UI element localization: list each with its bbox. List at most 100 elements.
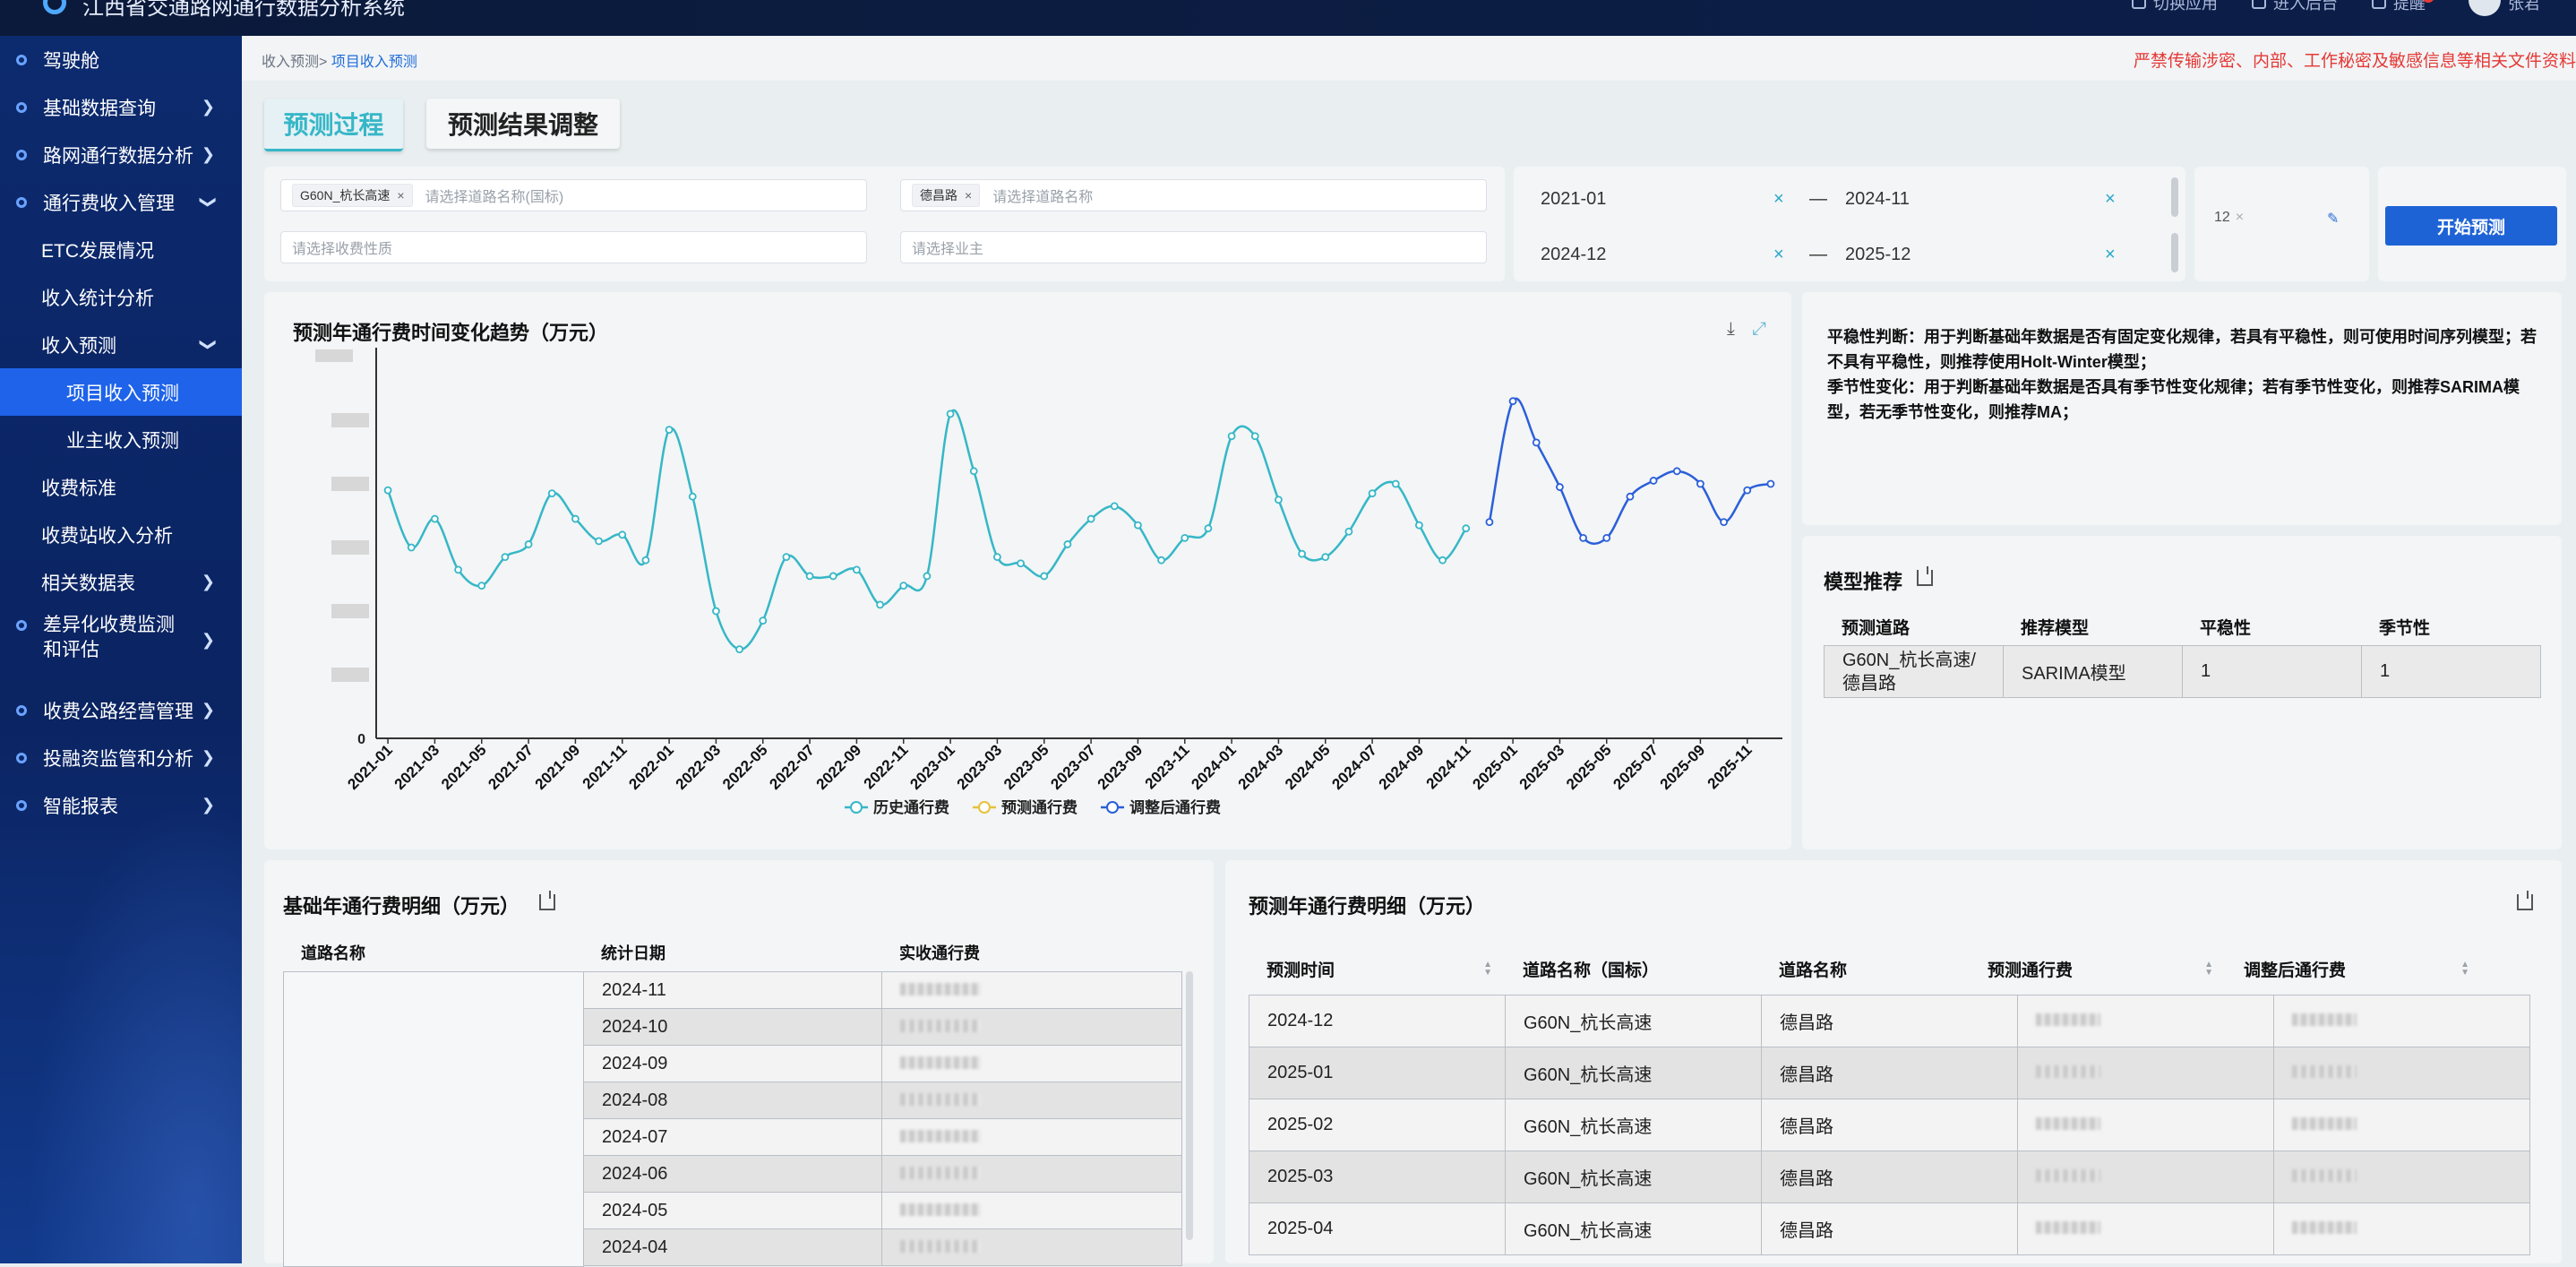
column-header-pred-fee[interactable]: 预测通行费 ▲ ▼ bbox=[1970, 957, 2226, 981]
data-point bbox=[899, 582, 908, 590]
redacted-value bbox=[900, 1019, 981, 1032]
legend-label: 预测通行费 bbox=[1001, 798, 1078, 816]
sort-icon[interactable]: ▲ ▼ bbox=[1483, 961, 1492, 978]
sidebar-item-toll-standard[interactable]: 收费标准 bbox=[0, 463, 242, 511]
sidebar-item-label: ETC发展情况 bbox=[41, 240, 154, 262]
table-cell: G60N_杭长高速 bbox=[1505, 995, 1762, 1047]
sidebar-item-project-forecast[interactable]: 项目收入预测 bbox=[0, 368, 242, 416]
column-header-pred-time[interactable]: 预测时间 ▲ ▼ bbox=[1249, 957, 1505, 981]
download-icon[interactable] bbox=[1917, 566, 1933, 586]
base-start-date[interactable]: 2021-01 bbox=[1514, 189, 1773, 210]
data-point bbox=[1720, 518, 1728, 527]
table-cell: 德昌路 bbox=[1761, 1202, 2018, 1255]
sidebar-item-etc[interactable]: ETC发展情况 bbox=[0, 226, 242, 273]
scrollbar[interactable] bbox=[1186, 971, 1193, 1240]
table-row: 2025-03 G60N_杭长高速 德昌路 bbox=[1249, 1151, 2530, 1203]
redacted-value bbox=[2036, 1117, 2100, 1130]
table-cell-redacted bbox=[2017, 1151, 2274, 1203]
download-icon[interactable] bbox=[539, 891, 555, 910]
edit-icon[interactable]: ✎ bbox=[2327, 210, 2339, 228]
y-tick-label: 0 bbox=[357, 732, 365, 747]
data-point bbox=[1344, 527, 1353, 536]
data-point bbox=[1157, 556, 1165, 565]
start-forecast-button[interactable]: 开始预测 bbox=[2385, 206, 2557, 246]
alerts-button[interactable]: 提醒 bbox=[2372, 0, 2434, 14]
x-tick-label: 2021-03 bbox=[391, 741, 443, 793]
column-header: 预测道路 bbox=[1842, 619, 1911, 638]
sort-icon[interactable]: ▲ ▼ bbox=[2204, 961, 2213, 978]
pred-start-date[interactable]: 2024-12 bbox=[1514, 245, 1773, 265]
table-cell-redacted bbox=[2273, 1202, 2530, 1255]
checkbox-icon bbox=[2372, 0, 2386, 9]
close-icon[interactable]: × bbox=[965, 188, 972, 203]
clear-icon[interactable]: × bbox=[2105, 245, 2141, 265]
data-point bbox=[477, 582, 486, 590]
sort-icon[interactable]: ▲ ▼ bbox=[2460, 961, 2469, 978]
base-end-date[interactable]: 2024-11 bbox=[1845, 189, 2105, 210]
fee-type-select[interactable]: 请选择收费性质 bbox=[280, 231, 867, 263]
clear-icon[interactable]: × bbox=[1773, 189, 1809, 210]
sidebar-item-smart-report[interactable]: 智能报表 ❯ bbox=[0, 781, 242, 829]
x-tick-label: 2024-01 bbox=[1188, 741, 1240, 793]
breadcrumb-parent[interactable]: 收入预测> bbox=[262, 55, 327, 70]
sidebar-item-differential-toll[interactable]: 差异化收费监测和评估 ❯ bbox=[0, 606, 242, 668]
sidebar-item-owner-forecast[interactable]: 业主收入预测 bbox=[0, 416, 242, 463]
nav-bullet-icon bbox=[16, 704, 27, 716]
column-header: 推荐模型 bbox=[2021, 619, 2090, 638]
table-row: 2024-04 bbox=[583, 1228, 1182, 1266]
clear-icon[interactable]: × bbox=[2105, 189, 2141, 210]
sidebar-item-related-tables[interactable]: 相关数据表 ❯ bbox=[0, 558, 242, 606]
switch-app-button[interactable]: 切换应用 bbox=[2132, 0, 2218, 14]
column-header-adjusted-fee[interactable]: 调整后通行费 ▲ ▼ bbox=[2226, 957, 2482, 981]
table-row: G60N_杭长高速/德昌路 SARIMA模型 1 1 bbox=[1824, 645, 2541, 698]
chevron-right-icon: ❯ bbox=[201, 701, 215, 719]
download-icon[interactable] bbox=[2517, 891, 2533, 910]
period-input[interactable]: 12 × bbox=[2214, 210, 2244, 226]
base-table-title: 基础年通行费明细（万元） bbox=[283, 895, 520, 918]
owner-select[interactable]: 请选择业主 bbox=[900, 231, 1487, 263]
pred-end-date[interactable]: 2025-12 bbox=[1845, 245, 2105, 265]
column-header: 平稳性 bbox=[2200, 619, 2252, 638]
data-point bbox=[1672, 467, 1681, 476]
road-select[interactable]: 德昌路 × 请选择道路名称 bbox=[900, 179, 1487, 211]
pred-date-range[interactable]: 2024-12 × — 2025-12 × bbox=[1514, 229, 2185, 280]
close-icon[interactable]: × bbox=[397, 188, 404, 203]
sidebar-item-income-stats[interactable]: 收入统计分析 bbox=[0, 273, 242, 321]
sidebar-item-basic-query[interactable]: 基础数据查询 ❯ bbox=[0, 83, 242, 131]
base-date-range[interactable]: 2021-01 × — 2024-11 × bbox=[1514, 174, 2185, 224]
data-point bbox=[595, 537, 603, 546]
table-cell-redacted bbox=[2273, 1099, 2530, 1151]
user-menu[interactable]: 张君 bbox=[2469, 0, 2540, 16]
close-icon[interactable]: × bbox=[2236, 210, 2244, 226]
road-gb-chip: G60N_杭长高速 × bbox=[292, 184, 413, 207]
tab-forecast-adjust[interactable]: 预测结果调整 bbox=[426, 99, 620, 149]
table-cell: 2025-01 bbox=[1249, 1047, 1506, 1099]
sidebar-item-investment[interactable]: 投融资监管和分析 ❯ bbox=[0, 734, 242, 781]
sidebar-item-cockpit[interactable]: 驾驶舱 bbox=[0, 36, 242, 83]
x-tick-label: 2023-11 bbox=[1142, 741, 1193, 792]
sidebar-item-station-analysis[interactable]: 收费站收入分析 bbox=[0, 511, 242, 558]
scrollbar[interactable] bbox=[2171, 177, 2178, 217]
nav-bullet-icon bbox=[16, 196, 27, 208]
data-point bbox=[1485, 518, 1494, 527]
scrollbar[interactable] bbox=[2171, 233, 2178, 272]
breadcrumb: 收入预测> 项目收入预测 bbox=[262, 49, 417, 71]
road-gb-select[interactable]: G60N_杭长高速 × 请选择道路名称(国标) bbox=[280, 179, 867, 211]
redacted-value bbox=[2036, 1013, 2100, 1026]
enter-backend-button[interactable]: 进入后台 bbox=[2252, 0, 2338, 14]
base-table: 2024-11 2024-10 2024-09 2024-08 2024-07 2024-… bbox=[583, 971, 1182, 1266]
model-description: 平稳性判断：用于判断基础年数据是否有固定变化规律，若具有平稳性，则可使用时间序列… bbox=[1827, 324, 2544, 425]
column-header: 季节性 bbox=[2379, 619, 2431, 638]
switch-app-label: 切换应用 bbox=[2153, 0, 2218, 13]
sidebar-item-toll-road-ops[interactable]: 收费公路经营管理 ❯ bbox=[0, 686, 242, 734]
tab-forecast-process[interactable]: 预测过程 bbox=[264, 99, 403, 151]
clear-icon[interactable]: × bbox=[1773, 245, 1809, 265]
sidebar-item-traffic-analysis[interactable]: 路网通行数据分析 ❯ bbox=[0, 131, 242, 178]
sidebar-item-income-forecast[interactable]: 收入预测 ❯ bbox=[0, 321, 242, 368]
data-point bbox=[1696, 479, 1704, 488]
user-name: 张君 bbox=[2508, 0, 2540, 13]
column-header-label: 道路名称 bbox=[1779, 961, 1848, 980]
sidebar-item-toll-income[interactable]: 通行费收入管理 ❯ bbox=[0, 178, 242, 226]
legend-label: 历史通行费 bbox=[873, 798, 949, 816]
sidebar-item-label: 收入统计分析 bbox=[41, 288, 154, 309]
